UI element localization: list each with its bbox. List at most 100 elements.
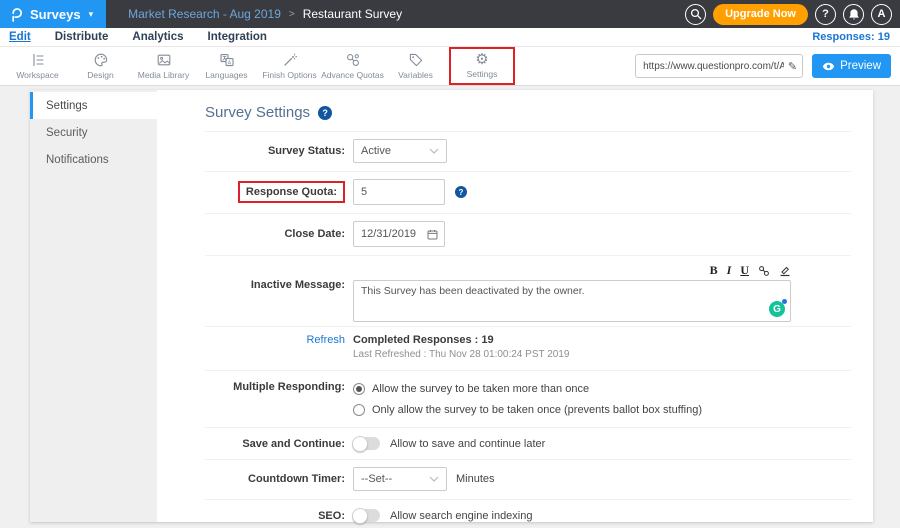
top-navigation-bar: Surveys ▾ Market Research - Aug 2019 > R… (0, 0, 900, 28)
refresh-link[interactable]: Refresh (306, 334, 345, 346)
menu-item-analytics[interactable]: Analytics (132, 31, 183, 43)
close-date-input[interactable]: 12/31/2019 (353, 221, 445, 247)
questionpro-logo-icon (10, 7, 23, 22)
breadcrumb-current: Restaurant Survey (303, 7, 402, 21)
chevron-down-icon: ▾ (89, 9, 94, 20)
underline-button[interactable]: U (740, 263, 749, 278)
chevron-down-icon (429, 476, 439, 482)
sidebar-item-settings[interactable]: Settings (30, 92, 157, 119)
radio-unselected-icon[interactable] (353, 404, 365, 416)
inactive-message-label: Inactive Message: (205, 263, 345, 291)
eye-icon (822, 62, 835, 71)
survey-url[interactable]: https://www.questionpro.com/t/APNrFZ (643, 61, 784, 72)
seo-toggle[interactable] (353, 509, 380, 522)
account-avatar[interactable]: A (871, 4, 892, 25)
radio-allow-multiple[interactable]: Allow the survey to be taken more than o… (353, 383, 702, 395)
survey-menu-bar: Edit Distribute Analytics Integration Re… (0, 28, 900, 47)
page-title: Survey Settings (205, 104, 310, 121)
countdown-timer-row: Countdown Timer: --Set-- Minutes (205, 460, 851, 500)
survey-url-field[interactable]: https://www.questionpro.com/t/APNrFZ ✎ (635, 54, 803, 78)
quota-help-icon[interactable]: ? (455, 186, 467, 198)
svg-text:A: A (227, 60, 231, 66)
workspace-icon (30, 52, 46, 68)
clear-format-icon[interactable] (779, 265, 791, 277)
close-date-label: Close Date: (205, 228, 345, 240)
sidebar-item-notifications[interactable]: Notifications (30, 146, 157, 173)
save-continue-row: Save and Continue: Allow to save and con… (205, 428, 851, 460)
chevron-down-icon (429, 148, 439, 154)
tool-settings[interactable]: ⚙ Settings (457, 50, 507, 81)
tool-finish-options[interactable]: Finish Options (258, 50, 321, 82)
seo-label: SEO: (205, 510, 345, 522)
minutes-label: Minutes (456, 473, 495, 485)
seo-row: SEO: Allow search engine indexing (205, 500, 851, 528)
format-toolbar: B I U (353, 263, 791, 280)
tool-workspace[interactable]: Workspace (6, 50, 69, 82)
survey-status-row: Survey Status: Active (205, 132, 851, 172)
breadcrumb-parent[interactable]: Market Research - Aug 2019 (128, 7, 281, 21)
breadcrumb-separator: > (289, 9, 295, 20)
settings-content: Survey Settings ? Survey Status: Active … (157, 90, 873, 522)
breadcrumb: Market Research - Aug 2019 > Restaurant … (128, 7, 402, 21)
responses-count[interactable]: Responses: 19 (812, 31, 890, 43)
save-continue-toggle[interactable] (353, 437, 380, 450)
seo-text: Allow search engine indexing (390, 510, 532, 522)
edit-url-icon[interactable]: ✎ (788, 60, 797, 73)
radio-selected-icon[interactable] (353, 383, 365, 395)
settings-card: Settings Security Notifications Survey S… (30, 90, 873, 522)
radio-allow-once[interactable]: Only allow the survey to be taken once (… (353, 404, 702, 416)
topbar-actions: Upgrade Now ? A (685, 4, 900, 25)
product-label: Surveys (30, 7, 81, 22)
response-quota-label: Response Quota: (238, 181, 345, 203)
multiple-responding-label: Multiple Responding: (205, 381, 345, 393)
preview-button[interactable]: Preview (812, 54, 891, 78)
search-button[interactable] (685, 4, 706, 25)
countdown-timer-select[interactable]: --Set-- (353, 467, 447, 491)
grammarly-icon[interactable]: G (769, 301, 785, 317)
completed-responses: Completed Responses : 19 (353, 334, 569, 346)
title-row: Survey Settings ? (205, 104, 851, 132)
countdown-timer-label: Countdown Timer: (205, 473, 345, 485)
calendar-icon[interactable] (427, 229, 438, 240)
translate-icon: A (219, 52, 235, 68)
response-quota-row: Response Quota: 5 ? (205, 172, 851, 214)
wand-icon (282, 52, 298, 68)
inactive-message-textarea[interactable]: This Survey has been deactivated by the … (353, 280, 791, 322)
edit-toolbar: Workspace Design Media Library A Languag… (0, 47, 900, 86)
tool-design[interactable]: Design (69, 50, 132, 82)
tool-media-library[interactable]: Media Library (132, 50, 195, 82)
notifications-button[interactable] (843, 4, 864, 25)
surveys-menu-button[interactable]: Surveys ▾ (0, 0, 106, 28)
bell-icon (848, 8, 860, 21)
sidebar-item-security[interactable]: Security (30, 119, 157, 146)
menu-item-edit[interactable]: Edit (9, 31, 31, 43)
title-help-icon[interactable]: ? (318, 106, 332, 120)
multiple-responding-row: Multiple Responding: Allow the survey to… (205, 371, 851, 428)
tag-icon (408, 52, 424, 68)
upgrade-now-button[interactable]: Upgrade Now (713, 4, 808, 25)
tool-variables[interactable]: Variables (384, 50, 447, 82)
palette-icon (93, 52, 109, 68)
gear-icon: ⚙ (475, 52, 488, 67)
bold-button[interactable]: B (710, 263, 718, 278)
image-icon (156, 52, 172, 68)
settings-sidebar: Settings Security Notifications (30, 90, 157, 522)
page-background: Settings Security Notifications Survey S… (0, 86, 900, 528)
italic-button[interactable]: I (727, 263, 732, 278)
last-refreshed: Last Refreshed : Thu Nov 28 01:00:24 PST… (353, 349, 569, 360)
search-icon (690, 8, 702, 20)
menu-item-distribute[interactable]: Distribute (55, 31, 109, 43)
links-icon (345, 52, 361, 68)
settings-highlight-box: ⚙ Settings (449, 47, 515, 85)
menu-item-integration[interactable]: Integration (208, 31, 267, 43)
survey-status-select[interactable]: Active (353, 139, 447, 163)
link-icon[interactable] (758, 265, 770, 277)
tool-advance-quotas[interactable]: Advance Quotas (321, 50, 384, 82)
close-date-row: Close Date: 12/31/2019 (205, 214, 851, 256)
tool-languages[interactable]: A Languages (195, 50, 258, 82)
response-quota-input[interactable]: 5 (353, 179, 445, 205)
refresh-row: Refresh Completed Responses : 19 Last Re… (205, 327, 851, 371)
inactive-message-row: Inactive Message: B I U This (205, 256, 851, 327)
save-continue-label: Save and Continue: (205, 438, 345, 450)
help-button[interactable]: ? (815, 4, 836, 25)
